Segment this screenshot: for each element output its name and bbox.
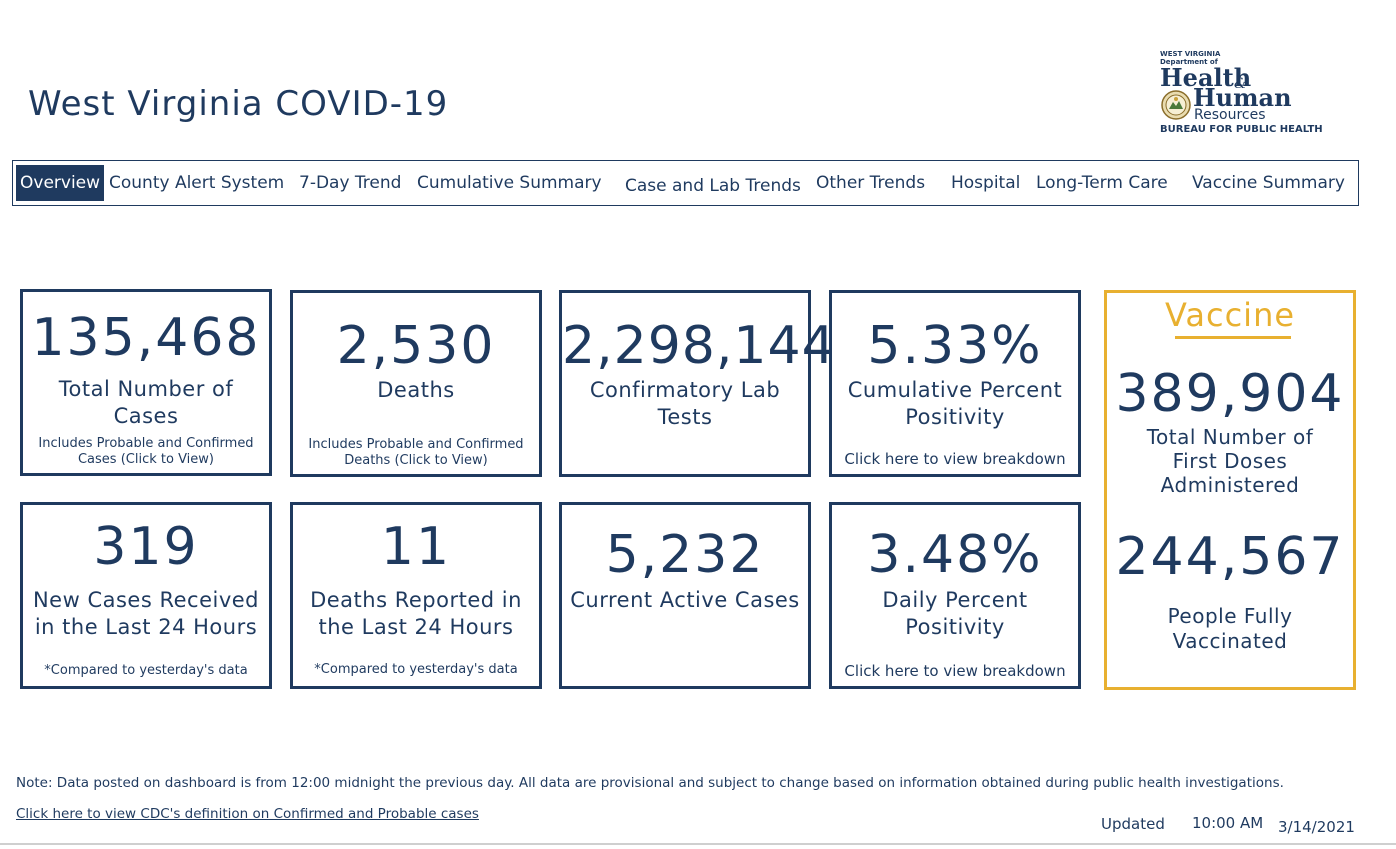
wv-seal-icon [1161,90,1191,120]
new-cases-note: *Compared to yesterday's data [44,663,248,678]
card-active-cases: 5,232 Current Active Cases [559,502,811,689]
cumulative-positivity-link[interactable]: Click here to view breakdown [832,451,1078,467]
cumulative-positivity-value: 5.33% [867,316,1043,376]
tab-long-term-care[interactable]: Long-Term Care [1036,165,1168,201]
deaths-value: 2,530 [336,316,496,376]
deaths-label: Deaths [377,378,455,402]
card-new-cases: 319 New Cases Received in the Last 24 Ho… [20,502,272,689]
fully-vaccinated-value: 244,567 [1115,527,1345,587]
daily-positivity-value: 3.48% [867,525,1043,585]
new-deaths-value: 11 [380,517,452,577]
nav-tabs: Overview County Alert System 7-Day Trend… [12,160,1359,206]
tab-vaccine-summary[interactable]: Vaccine Summary [1192,165,1345,201]
first-doses-label: Total Number of First Doses Administered [1146,425,1314,497]
total-cases-label: Total Number of Cases [58,377,234,428]
tab-7-day-trend[interactable]: 7-Day Trend [299,165,401,201]
tab-case-and-lab-trends[interactable]: Case and Lab Trends [625,168,801,204]
fully-vaccinated-label: People Fully Vaccinated [1167,604,1293,653]
tab-other-trends[interactable]: Other Trends [816,165,925,201]
active-cases-value: 5,232 [605,525,765,585]
logo-bureau: BUREAU FOR PUBLIC HEALTH [1160,124,1323,135]
new-deaths-label: Deaths Reported in the Last 24 Hours [310,588,522,639]
vaccine-underline [1175,336,1291,339]
total-cases-note[interactable]: Includes Probable and Confirmed Cases (C… [23,436,269,468]
dhhr-logo: WEST VIRGINIA Department of Health & Hum… [1160,50,1335,140]
first-doses-value: 389,904 [1115,364,1345,424]
total-cases-value: 135,468 [31,308,261,368]
cumulative-positivity-label: Cumulative Percent Positivity [847,378,1063,429]
data-note: Note: Data posted on dashboard is from 1… [16,775,1284,791]
tab-overview[interactable]: Overview [16,165,105,201]
daily-positivity-link[interactable]: Click here to view breakdown [832,663,1078,679]
cdc-definition-link[interactable]: Click here to view CDC's definition on C… [16,806,479,822]
tab-hospital[interactable]: Hospital [951,165,1020,201]
card-new-deaths: 11 Deaths Reported in the Last 24 Hours … [290,502,542,689]
vaccine-heading: Vaccine [1164,296,1296,334]
lab-tests-value: 2,298,144 [562,316,836,376]
lab-tests-label: Confirmatory Lab Tests [589,378,781,429]
deaths-note[interactable]: Includes Probable and Confirmed Deaths (… [293,437,539,469]
card-deaths[interactable]: 2,530 Deaths Includes Probable and Confi… [290,290,542,477]
tab-county-alert-system[interactable]: County Alert System [109,165,284,201]
bottom-divider [0,843,1396,845]
card-cumulative-positivity[interactable]: 5.33% Cumulative Percent Positivity Clic… [829,290,1081,477]
updated-label: Updated [1101,815,1165,833]
updated-date: 3/14/2021 [1278,818,1355,836]
daily-positivity-label: Daily Percent Positivity [882,588,1028,639]
updated-time: 10:00 AM [1192,814,1264,832]
logo-resources: Resources [1194,107,1266,123]
new-deaths-note: *Compared to yesterday's data [314,662,518,677]
active-cases-label: Current Active Cases [570,588,800,612]
tab-cumulative-summary[interactable]: Cumulative Summary [417,165,602,201]
new-cases-label: New Cases Received in the Last 24 Hours [32,588,260,639]
card-total-cases[interactable]: 135,468 Total Number of Cases Includes P… [20,289,272,476]
card-lab-tests: 2,298,144 Confirmatory Lab Tests [559,290,836,477]
card-vaccine[interactable]: Vaccine 389,904 Total Number of First Do… [1104,290,1356,690]
card-daily-positivity[interactable]: 3.48% Daily Percent Positivity Click her… [829,502,1081,689]
page-title: West Virginia COVID-19 [28,84,449,124]
new-cases-value: 319 [93,517,199,577]
